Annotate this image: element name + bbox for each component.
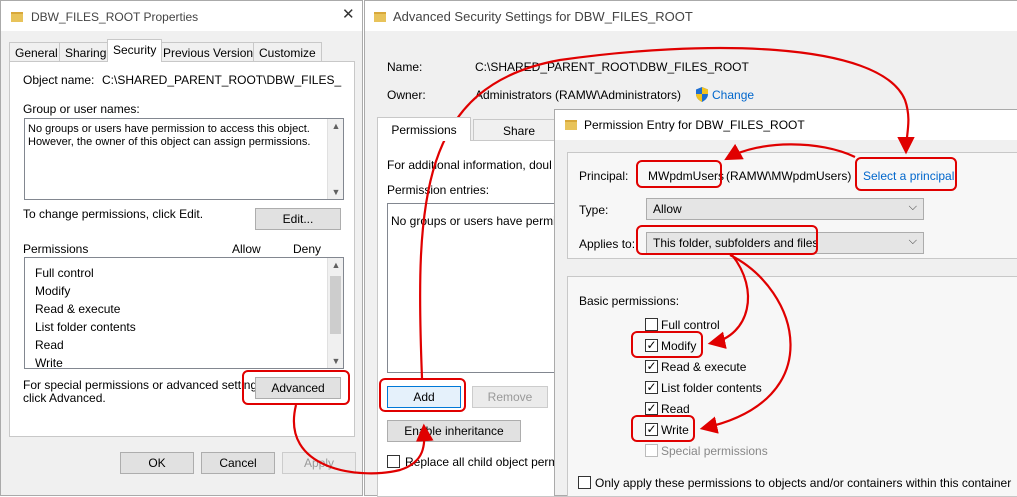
tab-security[interactable]: Security	[107, 39, 163, 62]
folder-icon	[374, 12, 386, 22]
change-owner-link[interactable]: Change	[712, 88, 754, 102]
only-apply-label: Only apply these permissions to objects …	[595, 476, 1012, 490]
advanced-title: Advanced Security Settings for DBW_FILES…	[393, 9, 693, 24]
basic-permissions-section: Basic permissions: Full control ✓ Modify…	[567, 276, 1017, 497]
tab-permissions[interactable]: Permissions	[377, 117, 471, 141]
permissions-list[interactable]: Full control Modify Read & execute List …	[24, 257, 344, 370]
properties-window: DBW_FILES_ROOT Properties ✕ General Shar…	[0, 0, 363, 496]
special-permissions-text-1: For special permissions or advanced sett…	[23, 378, 267, 392]
basic-permissions-label: Basic permissions:	[579, 294, 680, 308]
principal-full: (RAMW\MWpdmUsers)	[726, 169, 852, 183]
group-list-scrollbar[interactable]: ▲ ▼	[327, 119, 343, 199]
perm-list-folder: List folder contents	[35, 320, 136, 334]
close-icon[interactable]: ✕	[342, 5, 355, 23]
read-checkbox[interactable]: ✓	[645, 402, 658, 415]
highlight-applies-to	[636, 225, 818, 255]
entries-empty-text: No groups or users have permis	[391, 214, 562, 228]
group-empty-text-1: No groups or users have permission to ac…	[28, 123, 310, 135]
uac-shield-icon	[696, 87, 708, 102]
perm-read-execute: Read & execute	[35, 302, 121, 316]
folder-icon	[565, 120, 577, 130]
permission-entries-label: Permission entries:	[387, 183, 490, 197]
replace-child-checkbox[interactable]	[387, 455, 400, 468]
tab-previous-versions[interactable]: Previous Versions	[157, 42, 266, 62]
permissions-label: Permissions	[23, 242, 89, 256]
group-users-list[interactable]: No groups or users have permission to ac…	[24, 118, 344, 200]
adv-owner-label: Owner:	[387, 88, 426, 102]
edit-button[interactable]: Edit...	[255, 208, 341, 230]
highlight-advanced	[242, 370, 350, 405]
group-users-label: Group or user names:	[23, 102, 140, 116]
read-label: Read	[661, 402, 690, 416]
tab-sharing[interactable]: Sharing	[59, 42, 113, 62]
permissions-scrollbar[interactable]: ▲ ▼	[327, 258, 343, 368]
adv-name-value: C:\SHARED_PARENT_ROOT\DBW_FILES_ROOT	[475, 60, 749, 74]
perm-write: Write	[35, 356, 63, 370]
highlight-principal	[636, 160, 722, 188]
properties-title: DBW_FILES_ROOT Properties	[31, 10, 199, 24]
replace-child-label: Replace all child object permi	[405, 455, 562, 469]
entry-title: Permission Entry for DBW_FILES_ROOT	[584, 118, 805, 132]
allow-header: Allow	[232, 242, 261, 256]
read-execute-checkbox[interactable]: ✓	[645, 360, 658, 373]
remove-button[interactable]: Remove	[472, 386, 548, 408]
group-empty-text-2: However, the owner of this object can as…	[28, 136, 311, 148]
special-permissions-label: Special permissions	[661, 444, 768, 458]
scroll-thumb[interactable]	[330, 276, 341, 334]
chevron-down-icon: ⌵	[908, 235, 917, 247]
principal-label: Principal:	[579, 169, 629, 183]
adv-owner-value: Administrators (RAMW\Administrators)	[475, 88, 682, 102]
type-label: Type:	[579, 203, 609, 217]
highlight-modify	[631, 331, 703, 358]
type-value: Allow	[653, 202, 682, 216]
apply-button[interactable]: Apply	[282, 452, 356, 474]
object-name-value: C:\SHARED_PARENT_ROOT\DBW_FILES_ROOT	[102, 73, 342, 87]
adv-info-text: For additional information, doul	[387, 158, 552, 172]
special-permissions-text-2: click Advanced.	[23, 391, 106, 405]
deny-header: Deny	[293, 242, 322, 256]
highlight-write	[631, 415, 695, 442]
special-permissions-checkbox	[645, 444, 658, 457]
scroll-up-icon[interactable]: ▲	[328, 121, 344, 131]
scroll-up-icon[interactable]: ▲	[328, 260, 344, 270]
applies-to-label: Applies to:	[579, 237, 636, 251]
cancel-button[interactable]: Cancel	[201, 452, 275, 474]
perm-modify: Modify	[35, 284, 71, 298]
type-select[interactable]: Allow ⌵	[646, 198, 924, 220]
perm-read: Read	[35, 338, 64, 352]
object-name-label: Object name:	[23, 73, 95, 87]
adv-name-label: Name:	[387, 60, 423, 74]
read-execute-label: Read & execute	[661, 360, 747, 374]
tab-general[interactable]: General	[9, 42, 64, 62]
highlight-add	[379, 378, 466, 412]
perm-full-control: Full control	[35, 266, 94, 280]
chevron-down-icon: ⌵	[908, 201, 917, 213]
entry-titlebar[interactable]: Permission Entry for DBW_FILES_ROOT	[555, 110, 1017, 140]
list-folder-checkbox[interactable]: ✓	[645, 381, 658, 394]
highlight-select-principal	[855, 157, 957, 191]
full-control-label: Full control	[661, 318, 720, 332]
change-permissions-text: To change permissions, click Edit.	[23, 207, 204, 221]
list-folder-label: List folder contents	[661, 381, 762, 395]
scroll-down-icon[interactable]: ▼	[328, 356, 344, 366]
folder-icon	[11, 12, 23, 22]
properties-titlebar[interactable]: DBW_FILES_ROOT Properties ✕	[1, 1, 362, 31]
tab-customize[interactable]: Customize	[253, 42, 322, 62]
ok-button[interactable]: OK	[120, 452, 194, 474]
scroll-down-icon[interactable]: ▼	[328, 187, 344, 197]
only-apply-checkbox[interactable]	[578, 476, 591, 489]
advanced-titlebar[interactable]: Advanced Security Settings for DBW_FILES…	[365, 1, 1017, 31]
tab-share[interactable]: Share	[473, 119, 565, 141]
full-control-checkbox[interactable]	[645, 318, 658, 331]
enable-inheritance-button[interactable]: Enable inheritance	[387, 420, 521, 442]
